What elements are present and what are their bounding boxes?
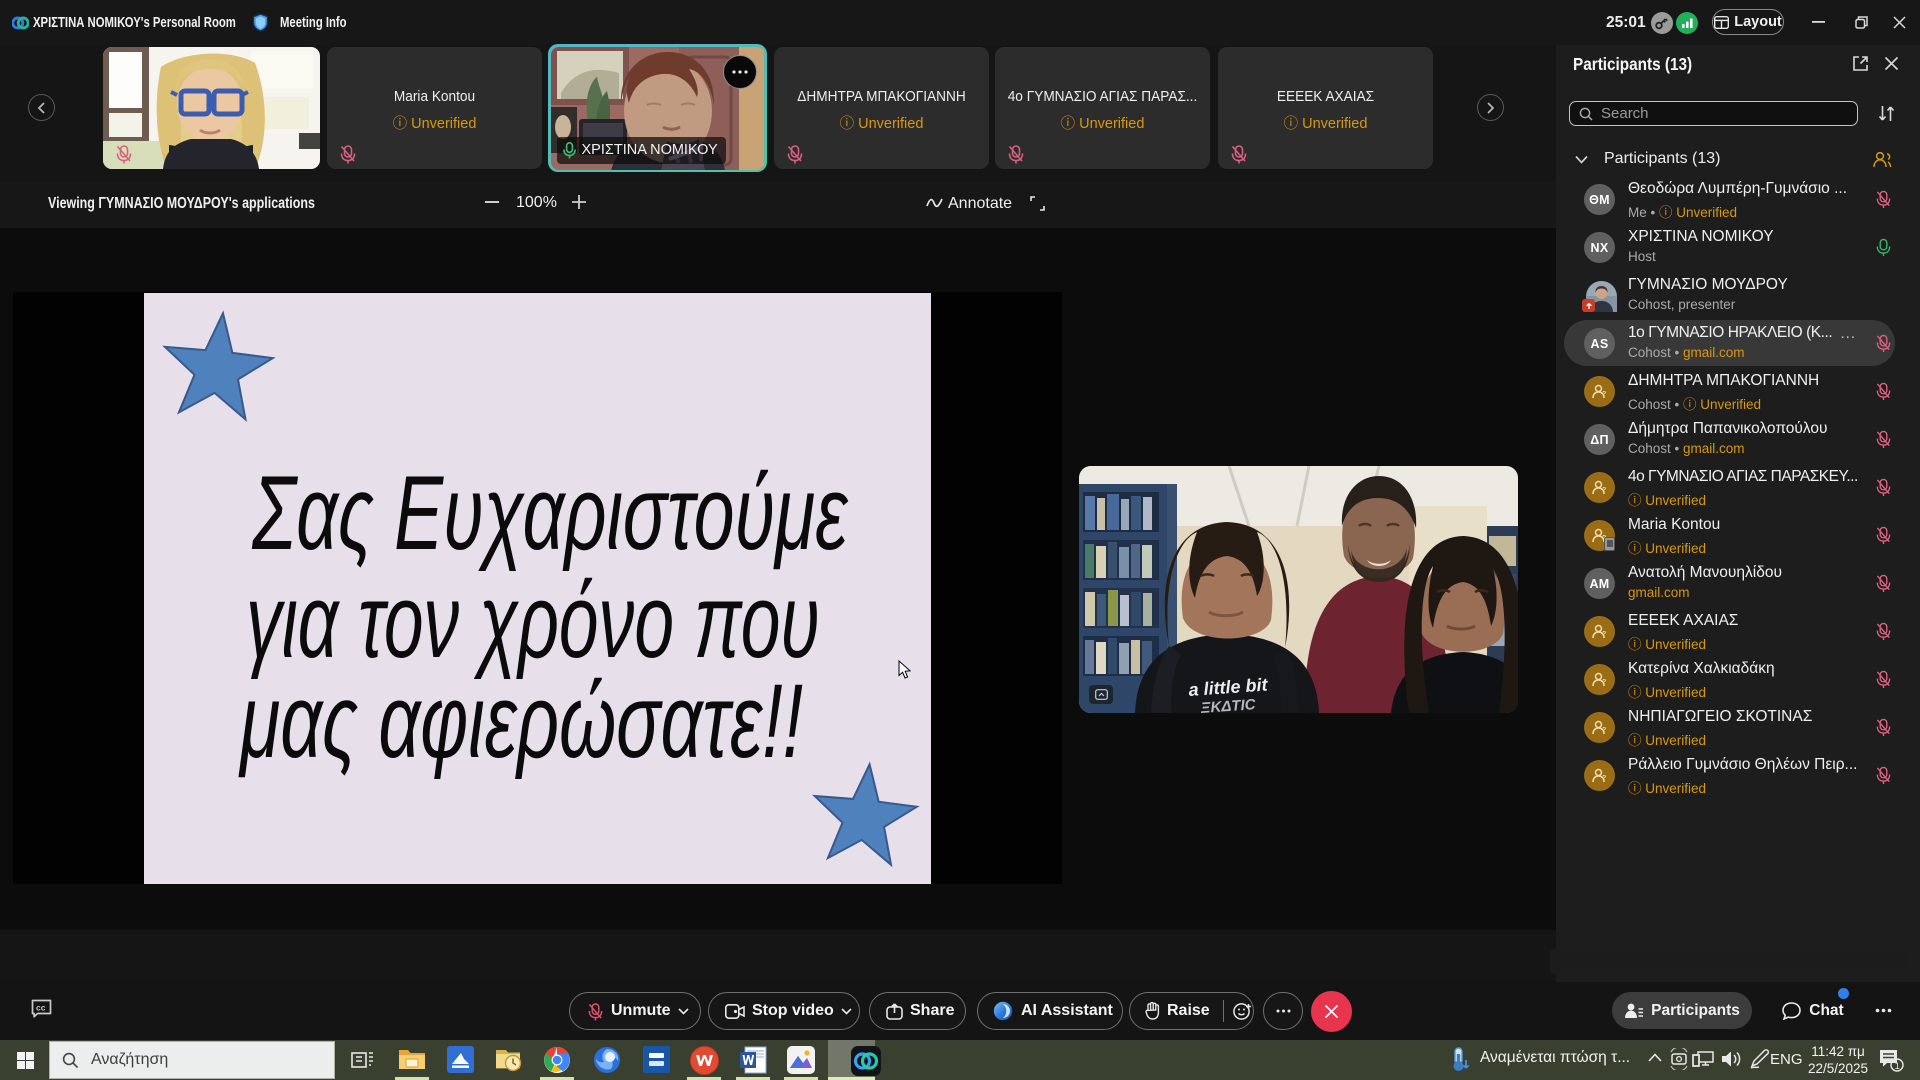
svg-text:?: ? xyxy=(1602,679,1607,686)
svg-text:?: ? xyxy=(1602,727,1607,734)
svg-text:?: ? xyxy=(1602,487,1607,494)
svg-text:1: 1 xyxy=(1895,1061,1900,1071)
svg-text:ΞΚΔTIC: ΞΚΔTIC xyxy=(1199,696,1257,713)
svg-text:?: ? xyxy=(1602,775,1607,782)
svg-text:?: ? xyxy=(1602,631,1607,638)
svg-text:?: ? xyxy=(1602,391,1607,398)
svg-text:cc: cc xyxy=(36,1003,46,1013)
